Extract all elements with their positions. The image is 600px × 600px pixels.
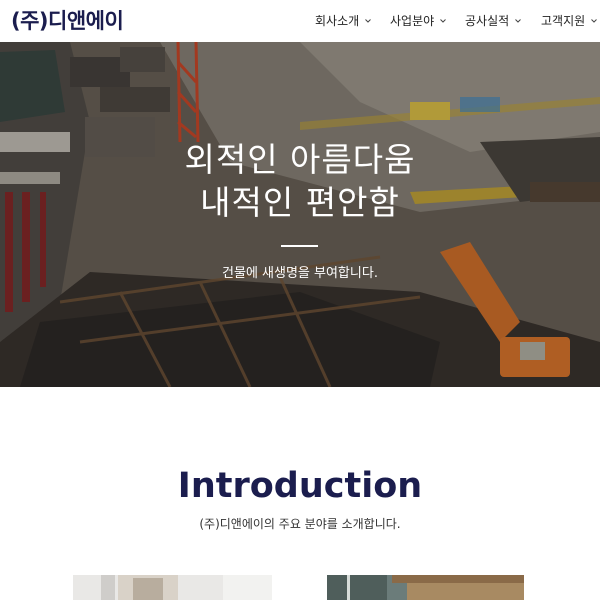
intro-subtitle: (주)디앤에이의 주요 분야를 소개합니다.	[199, 517, 401, 531]
hero-subtitle: 건물에 새생명을 부여합니다.	[222, 266, 378, 281]
nav-label: 고객지원	[541, 14, 586, 28]
nav-item-business[interactable]: 사업분야	[390, 12, 447, 29]
chevron-down-icon	[440, 18, 447, 23]
hero-divider	[281, 245, 318, 247]
site-header: (주)디앤에이 회사소개 사업분야 공사실적 고객지원	[0, 0, 600, 42]
building-photo	[327, 575, 524, 600]
hero-title-line2: 내적인 편안함	[200, 183, 400, 222]
chevron-down-icon	[591, 18, 598, 23]
nav-item-support[interactable]: 고객지원	[541, 12, 598, 29]
chevron-down-icon	[515, 18, 522, 23]
main-nav: 회사소개 사업분야 공사실적 고객지원	[0, 0, 600, 42]
interior-photo	[73, 575, 272, 600]
hero-title-line1: 외적인 아름다움	[184, 140, 416, 179]
nav-label: 회사소개	[315, 14, 360, 28]
chevron-down-icon	[365, 18, 372, 23]
nav-label: 사업분야	[390, 14, 435, 28]
hero-banner: 외적인 아름다움 내적인 편안함 건물에 새생명을 부여합니다.	[0, 42, 600, 387]
nav-item-company[interactable]: 회사소개	[315, 12, 372, 29]
nav-label: 공사실적	[465, 14, 510, 28]
nav-item-projects[interactable]: 공사실적	[465, 12, 522, 29]
intro-card-image-2[interactable]	[327, 575, 524, 600]
intro-card-image-1[interactable]	[73, 575, 272, 600]
intro-title: Introduction	[177, 466, 423, 506]
